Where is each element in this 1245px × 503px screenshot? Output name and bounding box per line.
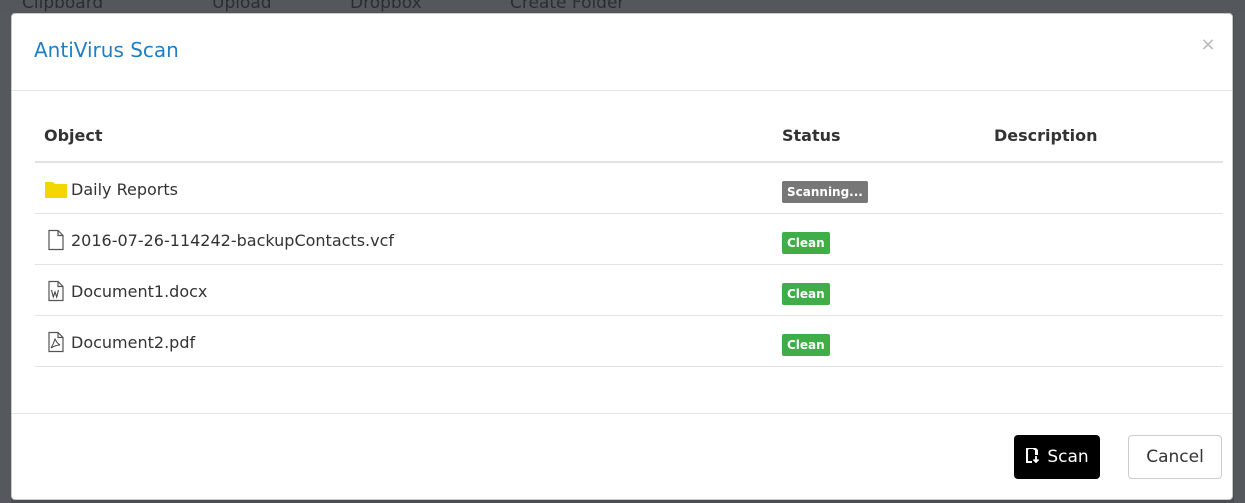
background-clipboard-label: Clipboard [22, 0, 104, 13]
status-badge: Scanning... [782, 181, 868, 203]
scan-button-label: Scan [1047, 447, 1089, 467]
object-cell: Daily Reports [44, 177, 178, 201]
table-header-row: Object Status Description [35, 117, 1223, 163]
status-badge: Clean [782, 232, 830, 254]
antivirus-scan-dialog: AntiVirus Scan × Object Status Descripti… [11, 13, 1233, 500]
column-header-status: Status [782, 126, 841, 145]
object-name: Daily Reports [71, 179, 178, 199]
object-name: 2016-07-26-114242-backupContacts.vcf [71, 230, 395, 250]
background-overlay-left [0, 14, 11, 503]
scan-results-table: Object Status Description Daily Reports … [35, 117, 1223, 367]
table-row[interactable]: Daily Reports Scanning... [35, 163, 1223, 214]
scan-button[interactable]: Scan [1014, 435, 1100, 479]
dialog-header: AntiVirus Scan × [12, 14, 1232, 91]
scan-icon [1025, 447, 1041, 468]
column-header-object: Object [44, 126, 103, 145]
object-name: Document1.docx [71, 281, 208, 301]
background-toolbar: Clipboard Upload Dropbox Create Folder [0, 0, 1245, 14]
object-cell: 2016-07-26-114242-backupContacts.vcf [44, 228, 394, 252]
object-name: Document2.pdf [71, 332, 196, 352]
folder-icon [44, 178, 68, 200]
background-dropbox-label: Dropbox [350, 0, 422, 13]
table-row[interactable]: 2016-07-26-114242-backupContacts.vcf Cle… [35, 214, 1223, 265]
object-cell: Document1.docx [44, 279, 207, 303]
object-cell: Document2.pdf [44, 330, 195, 354]
status-badge: Clean [782, 283, 830, 305]
table-row[interactable]: Document1.docx Clean [35, 265, 1223, 316]
close-icon: × [1200, 34, 1216, 55]
cancel-button[interactable]: Cancel [1128, 435, 1222, 479]
background-overlay-right [1234, 14, 1245, 503]
file-icon [44, 229, 68, 251]
dialog-footer: Scan Cancel [12, 413, 1232, 500]
background-create-folder-label: Create Folder [510, 0, 625, 13]
close-button[interactable]: × [1198, 34, 1218, 56]
pdf-document-icon [44, 331, 68, 353]
column-header-description: Description [994, 126, 1098, 145]
word-document-icon [44, 280, 68, 302]
status-badge: Clean [782, 334, 830, 356]
background-upload-label: Upload [212, 0, 272, 13]
dialog-title: AntiVirus Scan [34, 38, 179, 62]
table-row[interactable]: Document2.pdf Clean [35, 316, 1223, 367]
